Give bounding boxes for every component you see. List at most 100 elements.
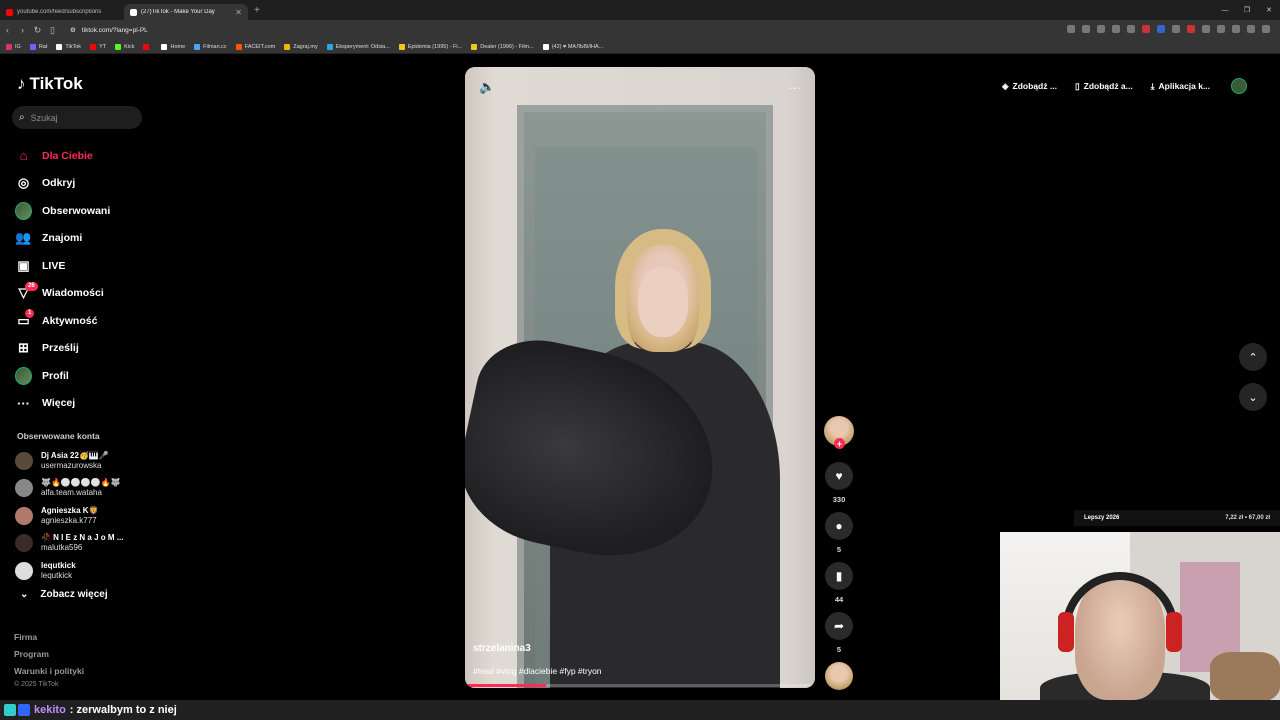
new-tab-button[interactable]: + [254,5,260,16]
see-more-button[interactable]: ⌄ Zobacz więcej [20,589,108,600]
tiktok-note-icon: ♪ [17,74,26,93]
webcam-frame [1210,652,1280,700]
footer-link-terms[interactable]: Warunki i polityki [14,663,84,680]
extension-icon[interactable] [1172,25,1180,33]
profile-avatar[interactable] [1231,78,1248,94]
followed-account[interactable]: 🐺🔥⚪⚪⚪⚪🔥🐺 alfa.team.wataha [15,475,175,503]
share-button[interactable]: ➦ 5 [822,612,856,654]
following-title: Obserwowane konta [17,431,100,441]
bookmark-item[interactable]: (42) ♥ МАЛЬВИНА... [542,43,603,50]
previous-video-button[interactable]: ⌃ [1239,343,1267,371]
tiktok-logo[interactable]: ♪ TikTok [17,74,83,94]
sidebar-item-dla-ciebie[interactable]: ⌂ Dla Ciebie [15,142,175,170]
address-bar: ‹ › ↻ ▯ ⚙ tiktok.com/?lang=pl-PL [0,20,1280,40]
maximize-icon[interactable]: ❐ [1236,0,1258,20]
bookmark-item[interactable]: Kick [115,43,134,50]
close-tab-icon[interactable]: ✕ [235,8,242,17]
sidebar-item-label: Prześlij [42,342,79,355]
bookmark-item[interactable]: Filman.cc [194,43,227,50]
sidebar-item-label: Obserwowani [42,204,111,217]
more-options-icon[interactable]: ··· [788,80,801,95]
search-input[interactable]: ⌕ Szukaj [12,106,142,129]
bookmark-label: TikTok [65,43,82,50]
sidebar-item-znajomi[interactable]: 👥 Znajomi [15,225,175,253]
video-player[interactable]: 🔈 ··· strzelanina3 #haul #vlog #dlaciebi… [465,67,815,688]
extension-icon[interactable] [1127,25,1135,33]
extension-icon[interactable] [1232,25,1240,33]
forward-icon[interactable]: › [15,25,30,35]
bookmark-item[interactable]: TikTok [56,43,82,50]
bookmark-item[interactable]: Home [161,43,185,50]
extension-icon[interactable] [1082,25,1090,33]
bookmark-item[interactable]: YT [90,43,106,50]
video-progress-bar[interactable] [465,684,815,687]
sidebar-item-profil[interactable]: Profil [15,362,175,390]
bookmark-item[interactable]: FACEIT.com [235,43,275,50]
bookmark-item[interactable]: Eksperyment: Odsia... [326,43,390,50]
bookmark-page-icon[interactable]: ▯ [45,25,60,36]
extension-icon[interactable] [1067,25,1075,33]
tab-title: youtube.com/feed/subscriptions [17,9,102,15]
extension-icon[interactable] [1217,25,1225,33]
account-names: Dj Asia 22🥳🎹🎤 usermazurowska [41,451,109,471]
sidebar-item-odkryj[interactable]: ◎ Odkryj [15,170,175,198]
action-list: ♥ 330 ● 5 ▮ 44 ➦ 5 [822,462,856,654]
url-text: tiktok.com/?lang=pl-PL [81,26,148,34]
sidebar-item-label: Odkryj [42,177,76,190]
video-username[interactable]: strzelanina3 [473,643,531,654]
extension-icon[interactable] [1097,25,1105,33]
sidebar-item-aktywność[interactable]: ▭ 1 Aktywność [15,307,175,335]
url-field[interactable]: ⚙ tiktok.com/?lang=pl-PL [70,26,148,35]
profile-icon [15,366,32,385]
chat-message: : zerwalbym to z niej [69,704,177,716]
video-hashtags[interactable]: #haul #vlog #dlaciebie #fyp #tryon [473,666,602,676]
bookmark-favicon-icon [6,43,12,50]
extension-icon[interactable] [1157,25,1165,33]
sidebar-item-live[interactable]: ▣ LIVE [15,252,175,280]
back-icon[interactable]: ‹ [0,25,15,35]
bookmark-item[interactable]: Zagraj.my [284,43,318,50]
followed-account[interactable]: Agnieszka K🦁 agnieszka.k777 [15,502,175,530]
tab-tiktok[interactable]: (27)TikTok - Make Your Day ✕ [124,4,248,20]
sidebar-item-prześlij[interactable]: ⊞ Prześlij [15,335,175,363]
sidebar-item-więcej[interactable]: ··· Więcej [15,390,175,418]
tab-youtube[interactable]: youtube.com/feed/subscriptions [0,4,124,20]
sidebar-item-obserwowani[interactable]: Obserwowani [15,197,175,225]
bookmark-icon: ▮ [825,562,853,590]
followed-account[interactable]: 🥀 N I E z N a J o M ... malutka596 [15,530,175,558]
follow-plus-icon[interactable]: + [834,438,845,449]
bookmark-item[interactable]: Rat [29,43,47,50]
sidebar-item-wiadomości[interactable]: ▽ 26 Wiadomości [15,280,175,308]
creator-avatar[interactable]: + [824,416,854,449]
music-disc-icon[interactable] [825,662,853,690]
bookmark-favicon-icon [194,43,201,50]
bookmark-item[interactable]: Epidemia (1995) - Fi... [398,43,462,50]
bookmark-button[interactable]: ▮ 44 [822,562,856,604]
close-window-icon[interactable]: ✕ [1258,0,1280,20]
top-button-3[interactable]: ⤓ Aplikacja k... [1144,75,1217,97]
extension-icon[interactable] [1112,25,1120,33]
top-button-2[interactable]: ▯ Zdobądź a... [1068,75,1140,97]
like-button[interactable]: ♥ 330 [822,462,856,504]
site-settings-icon[interactable]: ⚙ [70,26,76,34]
minimize-icon[interactable]: — [1214,0,1236,20]
extension-icon[interactable] [1202,25,1210,33]
bookmark-item[interactable]: Dealer (1996) - Film... [471,43,534,50]
bookmark-item[interactable] [143,43,152,50]
footer-link-firma[interactable]: Firma [14,629,84,646]
reload-icon[interactable]: ↻ [30,25,45,36]
footer-link-program[interactable]: Program [14,646,84,663]
menu-icon[interactable] [1262,25,1270,33]
top-button-1[interactable]: ◈ Zdobądź ... [995,75,1064,97]
bookmark-item[interactable]: IG [6,43,21,50]
extension-icon[interactable] [1187,25,1195,33]
followed-account[interactable]: Dj Asia 22🥳🎹🎤 usermazurowska [15,447,175,475]
extension-icon[interactable] [1142,25,1150,33]
volume-icon[interactable]: 🔈 [479,79,495,95]
next-video-button[interactable]: ⌄ [1239,383,1267,411]
extension-icon[interactable] [1247,25,1255,33]
live-icon: ▣ [17,257,30,273]
more-icon: ··· [17,395,30,411]
followed-account[interactable]: lequtkick lequtkick [15,557,175,585]
comment-button[interactable]: ● 5 [822,512,856,554]
